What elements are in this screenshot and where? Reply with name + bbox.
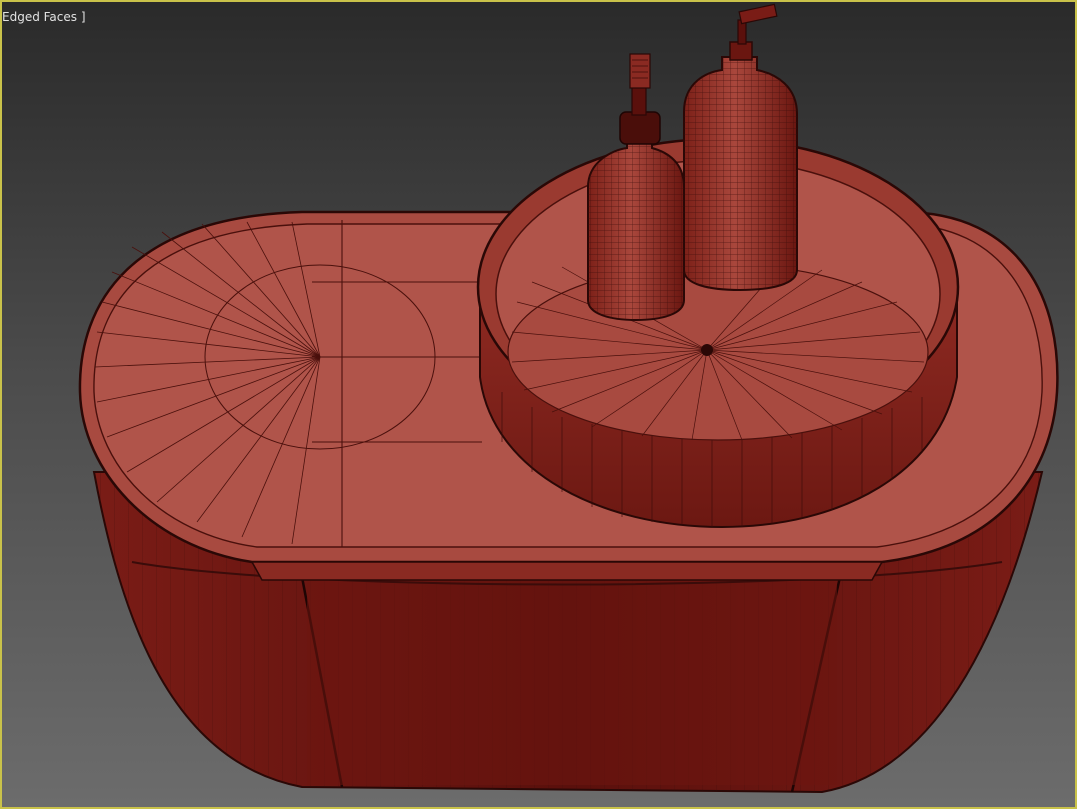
large-bottle[interactable]	[683, 3, 798, 292]
small-bottle[interactable]	[587, 53, 685, 322]
viewport-scene	[78, 3, 1059, 794]
3d-viewport[interactable]: Edged Faces ]	[0, 0, 1077, 809]
